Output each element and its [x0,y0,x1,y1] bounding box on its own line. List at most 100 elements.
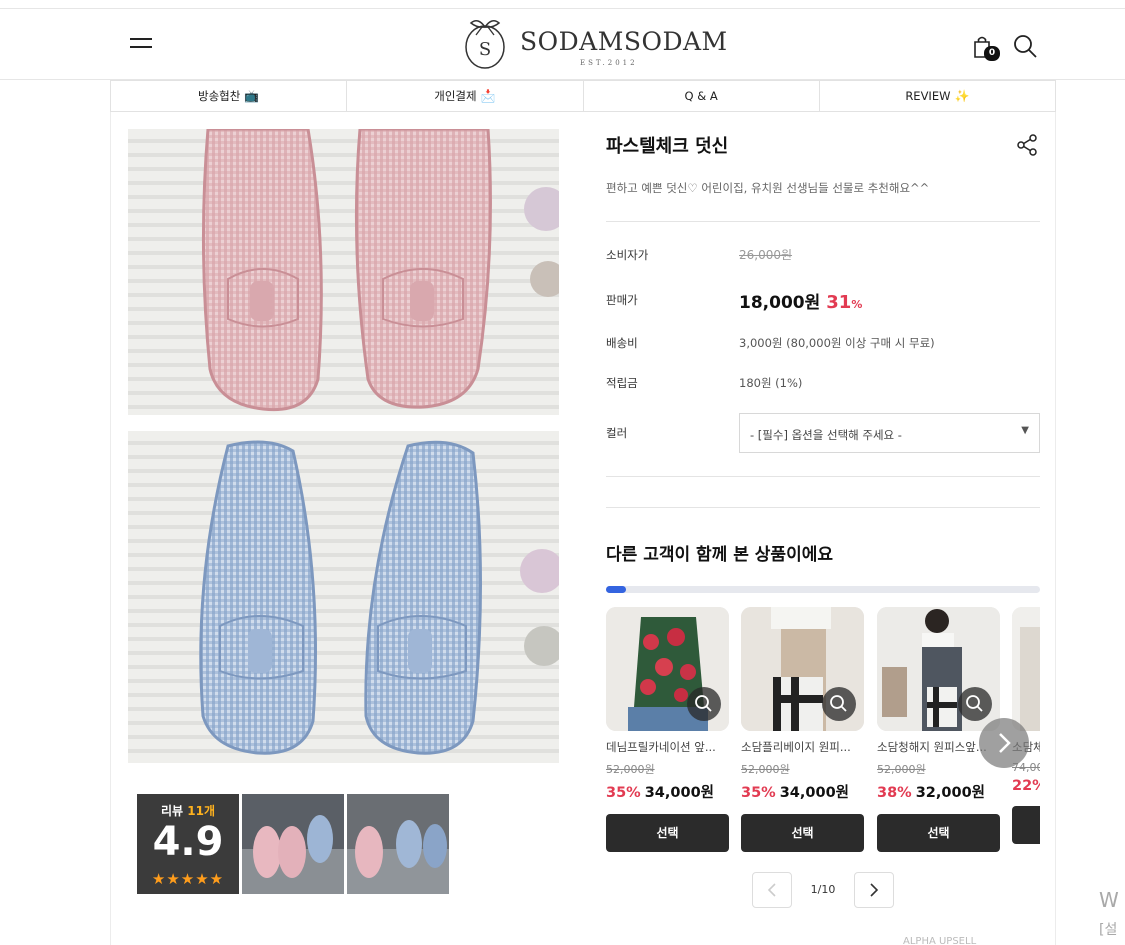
recommend-image[interactable] [877,607,1000,731]
zoom-button[interactable] [958,687,992,721]
recommend-title: 다른 고객이 함께 본 상품이에요 [606,545,833,565]
tab-label: 개인결제 [434,89,477,103]
os-watermark-sub: [설 [1099,922,1118,938]
carousel-progress [606,586,1040,593]
consumer-price-label: 소비자가 [606,248,649,262]
recommend-sale-price: 34,000원 [644,785,715,801]
recommend-card[interactable]: 데님프릴카네이션 앞... 52,000원 35% 34,000원 선택 [606,607,729,852]
sale-price-label: 판매가 [606,293,638,307]
select-button[interactable]: 선택 [606,814,729,852]
search-icon[interactable] [1012,33,1038,59]
menu-icon[interactable] [130,35,154,51]
sale-percent-unit: % [851,298,863,311]
zoom-button[interactable] [687,687,721,721]
shipping-label: 배송비 [606,336,638,350]
recommend-image[interactable] [606,607,729,731]
pager-indicator: 1/10 [810,883,836,896]
consumer-price: 26,000원 [739,248,793,262]
zoom-icon [695,695,712,712]
chevron-right-icon [999,733,1011,753]
zoom-icon [830,695,847,712]
sale-price: 18,000원 [739,293,821,313]
svg-text:S: S [479,39,491,60]
cart-button[interactable]: 0 [973,35,1001,63]
recommend-discount: 35% [606,785,641,801]
logo-text: SODAMSODAM [520,27,728,56]
mail-icon: 📩 [480,89,496,103]
tab-qna[interactable]: Q & A [584,81,820,111]
divider [606,221,1040,222]
tv-icon: 📺 [244,89,260,103]
tab-label: Q & A [684,89,718,103]
tab-personal-payment[interactable]: 개인결제 📩 [347,81,584,111]
upsell-mark: ALPHA UPSELL [903,936,977,945]
tab-review[interactable]: REVIEW ✨ [820,81,1055,111]
color-label: 컬러 [606,426,628,440]
site-header: S SODAMSODAM EST.2012 0 [0,8,1125,80]
review-count: 11개 [187,804,216,818]
logo-est: EST.2012 [580,59,638,67]
product-description: 편하고 예쁜 덧신♡ 어린이집, 유치원 선생님들 선물로 추천해요^^ [606,181,930,195]
review-score: 4.9 [152,819,224,865]
review-summary-thumb[interactable]: 리뷰 11개 4.9 ★★★★★ [137,794,239,894]
chevron-left-icon [767,883,776,897]
product-image-pink[interactable] [128,129,559,415]
color-option-select[interactable]: - [필수] 옵션을 선택해 주세요 - ▼ [739,413,1040,453]
recommend-discount: 38% [877,785,912,801]
carousel-pager: 1/10 [752,872,896,908]
carousel-progress-fill [606,586,626,593]
recommend-name[interactable]: 데님프릴카네이션 앞... [606,739,729,755]
zoom-button[interactable] [822,687,856,721]
carousel-next-button[interactable] [979,718,1029,768]
recommend-image[interactable] [1012,607,1040,731]
zoom-icon [966,695,983,712]
recommend-original-price: 52,000원 [741,763,790,776]
sale-percent: 31% [826,292,862,313]
chevron-down-icon: ▼ [1021,425,1029,436]
product-image-blue[interactable] [128,431,559,763]
chevron-right-icon [870,883,879,897]
review-label-text: 리뷰 [160,804,184,818]
logo-emblem-icon: S [465,20,505,69]
review-count-label: 리뷰 11개 [137,802,239,819]
points-value: 180원 (1%) [739,376,803,390]
share-icon[interactable] [1015,133,1039,157]
recommend-price: 35% 34,000원 [606,781,729,802]
select-button[interactable]: 선택 [741,814,864,852]
cart-count-badge: 0 [984,46,1000,61]
recommend-name[interactable]: 소담플리베이지 원피... [741,739,864,755]
recommend-sale-price: 34,000원 [779,785,850,801]
thumbnail-strip: 리뷰 11개 4.9 ★★★★★ [137,794,449,894]
select-button[interactable]: 선택 [1012,806,1040,844]
points-label: 적립금 [606,376,638,390]
divider [606,507,1040,508]
recommend-discount: 22% [1012,778,1040,794]
recommend-original-price: 52,000원 [606,763,655,776]
tab-label: 방송협찬 [197,89,241,103]
recommend-discount: 35% [741,785,776,801]
star-rating-icon: ★★★★★ [151,870,225,888]
sub-nav: 방송협찬 📺 개인결제 📩 Q & A REVIEW ✨ [110,80,1056,112]
tab-label: REVIEW [905,89,951,103]
recommend-price: 22% [1012,778,1040,794]
os-watermark: W [1099,888,1119,912]
shipping-value: 3,000원 (80,000원 이상 구매 시 무료) [739,336,935,350]
pager-next-button[interactable] [854,872,894,908]
recommend-card[interactable]: 소담플리베이지 원피... 52,000원 35% 34,000원 선택 [741,607,864,852]
divider [606,476,1040,477]
product-title: 파스텔체크 덧신 [606,136,729,157]
sparkle-icon: ✨ [954,89,970,103]
review-photo-thumb[interactable] [347,794,449,894]
color-select-value: - [필수] 옵션을 선택해 주세요 - [750,428,902,442]
recommend-price: 35% 34,000원 [741,781,864,802]
select-button[interactable]: 선택 [877,814,1000,852]
review-photo-thumb[interactable] [242,794,344,894]
recommend-price: 38% 32,000원 [877,781,1000,802]
recommend-sale-price: 32,000원 [915,785,986,801]
sale-percent-value: 31 [826,292,852,313]
recommend-image[interactable] [741,607,864,731]
tab-sponsorship[interactable]: 방송협찬 📺 [111,81,348,111]
pager-prev-button[interactable] [752,872,792,908]
recommend-carousel: 데님프릴카네이션 앞... 52,000원 35% 34,000원 선택 소담플리… [606,607,1040,862]
site-logo[interactable]: S SODAMSODAM EST.2012 [462,15,727,73]
